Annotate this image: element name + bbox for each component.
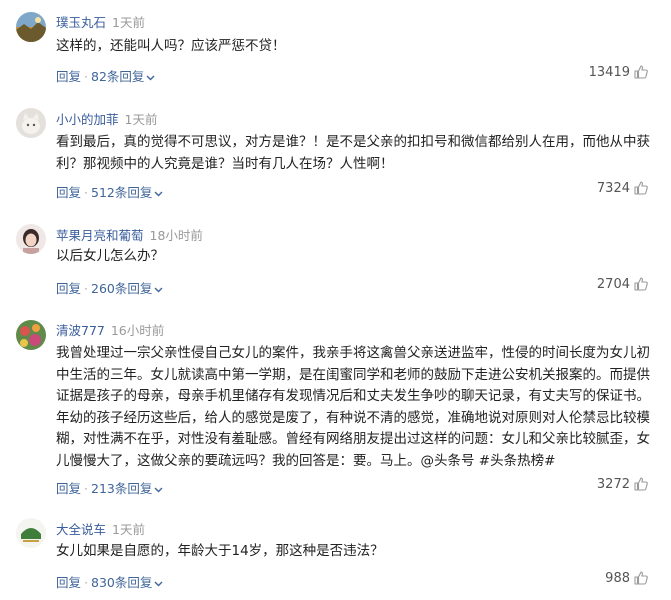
chevron-down-icon[interactable]: [154, 191, 163, 197]
like-count: 988: [605, 570, 630, 586]
avatar-portrait-image: [16, 224, 46, 254]
username[interactable]: 苹果月亮和葡萄: [56, 228, 144, 243]
thumbs-up-icon[interactable]: [633, 64, 649, 80]
like-button[interactable]: 7324: [597, 180, 649, 196]
comment-text: 女儿如果是自愿的，年龄大于14岁，那这种是否违法？: [56, 543, 384, 559]
chevron-down-icon[interactable]: [154, 487, 163, 493]
like-count: 13419: [588, 64, 630, 80]
reply-button[interactable]: 回复: [56, 281, 81, 296]
avatar-logo-image: [16, 518, 46, 548]
comment-meta: 大全说车 1天前: [56, 519, 145, 538]
thumbs-up-icon[interactable]: [633, 476, 649, 492]
comment-meta: 璞玉丸石 1天前: [56, 12, 145, 31]
like-count: 2704: [596, 276, 630, 292]
comment-actions: 回复 · 82条回复: [56, 66, 155, 85]
reply-count-link[interactable]: 830条回复: [91, 575, 152, 590]
reply-button[interactable]: 回复: [56, 575, 81, 590]
comment-time: 18小时前: [149, 228, 203, 243]
avatar-cat-image: [16, 108, 46, 138]
like-button[interactable]: 988: [605, 570, 649, 586]
comment-time: 1天前: [112, 522, 145, 537]
username[interactable]: 清波777: [56, 323, 105, 338]
comment-actions: 回复 · 260条回复: [56, 278, 163, 297]
comment-time: 16小时前: [110, 323, 165, 338]
comment-meta: 清波777 16小时前: [56, 320, 164, 339]
thumbs-up-icon[interactable]: [633, 570, 649, 586]
reply-count-link[interactable]: 82条回复: [91, 69, 144, 84]
comment-actions: 回复 · 213条回复: [56, 478, 163, 497]
comment-time: 1天前: [124, 112, 158, 127]
like-button[interactable]: 13419: [589, 64, 649, 80]
username[interactable]: 大全说车: [56, 522, 106, 537]
comment-actions: 回复 · 830条回复: [56, 572, 163, 591]
avatar[interactable]: [16, 12, 46, 42]
thumbs-up-icon[interactable]: [633, 276, 649, 292]
comment-text: 我曾处理过一宗父亲性侵自己女儿的案件，我亲手将这禽兽父亲送进监牢，性侵的时间长度…: [56, 345, 650, 469]
reply-count-link[interactable]: 512条回复: [91, 185, 152, 200]
reply-button[interactable]: 回复: [56, 185, 81, 200]
comment-text: 以后女儿怎么办？: [56, 248, 164, 264]
chevron-down-icon[interactable]: [154, 287, 163, 293]
reply-button[interactable]: 回复: [56, 481, 81, 496]
like-count: 3272: [596, 476, 630, 492]
avatar[interactable]: [16, 224, 46, 254]
comment-text: 这样的，还能叫人吗？应该严惩不贷！: [56, 38, 286, 54]
like-button[interactable]: 3272: [597, 476, 649, 492]
comment-meta: 小小的加菲 1天前: [56, 109, 157, 128]
username[interactable]: 小小的加菲: [56, 112, 119, 127]
comment-meta: 苹果月亮和葡萄 18小时前: [56, 225, 203, 244]
avatar[interactable]: [16, 108, 46, 138]
reply-count-link[interactable]: 213条回复: [91, 481, 152, 496]
comment-time: 1天前: [112, 15, 145, 30]
comment-actions: 回复 · 512条回复: [56, 182, 163, 201]
like-count: 7324: [596, 180, 630, 196]
avatar[interactable]: [16, 320, 46, 350]
reply-button[interactable]: 回复: [56, 69, 81, 84]
chevron-down-icon[interactable]: [154, 581, 163, 587]
reply-count-link[interactable]: 260条回复: [91, 281, 152, 296]
like-button[interactable]: 2704: [597, 276, 649, 292]
username[interactable]: 璞玉丸石: [56, 15, 106, 30]
chevron-down-icon[interactable]: [146, 75, 155, 81]
avatar-landscape-image: [16, 12, 46, 42]
avatar[interactable]: [16, 518, 46, 548]
thumbs-up-icon[interactable]: [633, 180, 649, 196]
avatar-flowers-image: [16, 320, 46, 350]
comment-text: 看到最后，真的觉得不可思议，对方是谁？！是不是父亲的扣扣号和微信都给别人在用，而…: [56, 134, 650, 172]
